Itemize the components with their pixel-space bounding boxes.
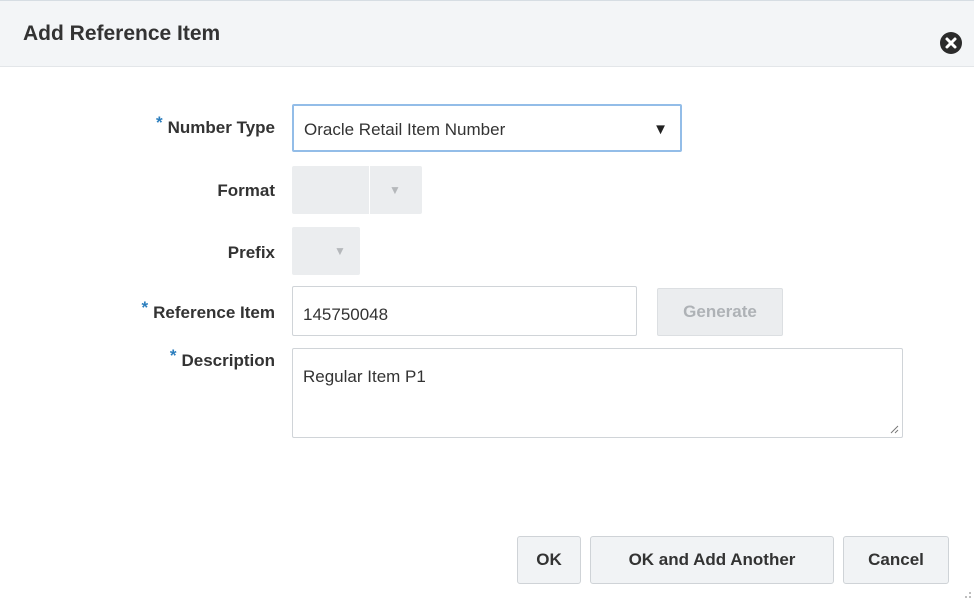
required-marker: *: [169, 346, 177, 365]
dialog-title: Add Reference Item: [23, 22, 221, 45]
reference-item-input[interactable]: 145750048: [292, 286, 637, 336]
dropdown-arrow-icon: ▼: [334, 244, 346, 258]
dropdown-arrow-icon: ▼: [389, 183, 401, 197]
cancel-button[interactable]: Cancel: [843, 536, 949, 584]
resize-grip-icon[interactable]: [889, 424, 899, 434]
prefix-select: ▼: [292, 227, 360, 275]
number-type-label: * Number Type: [156, 113, 275, 137]
number-type-select[interactable]: Oracle Retail Item Number ▼: [292, 104, 682, 152]
ok-and-add-another-button[interactable]: OK and Add Another: [590, 536, 834, 584]
dropdown-arrow-icon: ▼: [653, 121, 668, 138]
dialog-header: Add Reference Item: [0, 1, 974, 67]
reference-item-label: * Reference Item: [141, 298, 275, 322]
description-value: Regular Item P1: [303, 367, 426, 386]
close-icon[interactable]: [940, 32, 962, 54]
format-select: ▼: [292, 166, 422, 214]
required-marker: *: [156, 113, 163, 132]
ok-button[interactable]: OK: [517, 536, 581, 584]
description-label: * Description: [169, 346, 275, 370]
number-type-value: Oracle Retail Item Number: [304, 120, 506, 139]
prefix-label: Prefix: [227, 243, 275, 262]
reference-item-value: 145750048: [303, 305, 389, 324]
generate-button: Generate: [657, 288, 783, 336]
dialog-resize-grip-icon[interactable]: [960, 587, 972, 599]
format-label: Format: [217, 181, 275, 200]
required-marker: *: [141, 298, 149, 317]
format-divider: [369, 166, 370, 214]
description-textarea[interactable]: Regular Item P1: [292, 348, 903, 438]
add-reference-item-dialog: Add Reference Item * Number Type Oracle R…: [0, 0, 974, 601]
